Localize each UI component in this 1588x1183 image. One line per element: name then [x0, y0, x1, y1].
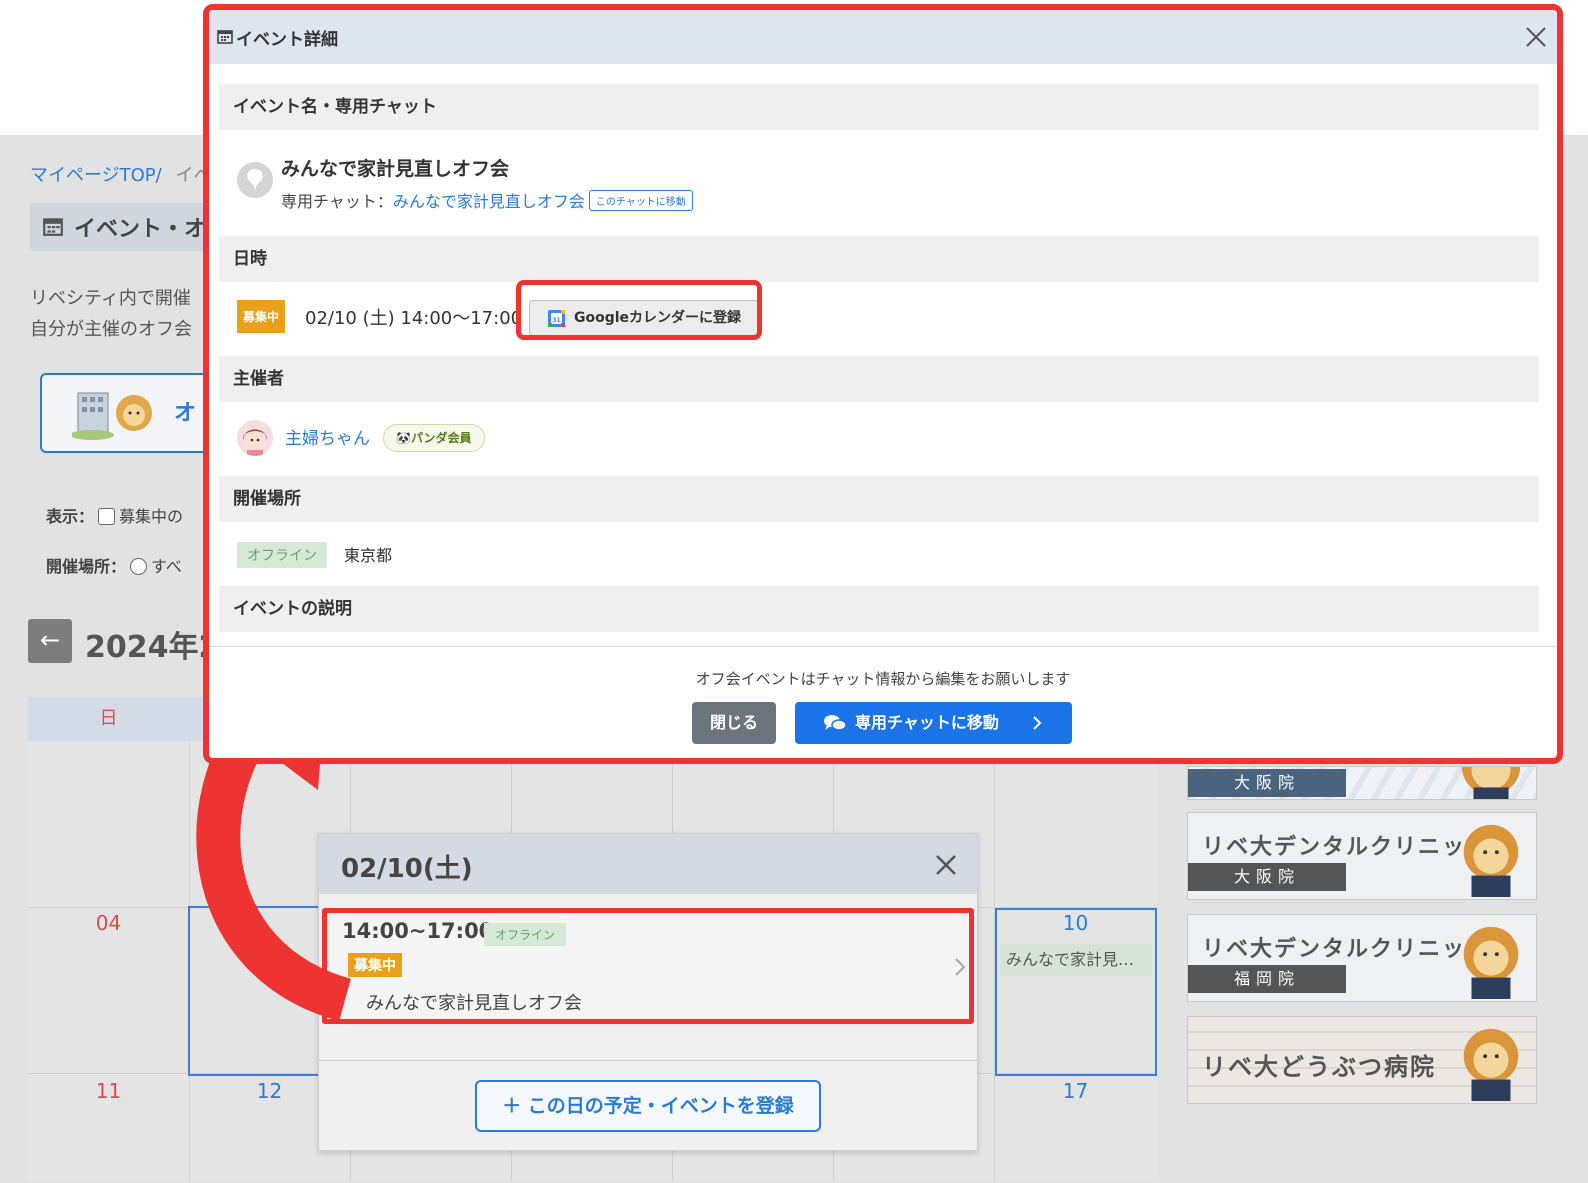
chat-logo-icon	[237, 162, 273, 198]
footer-note: オフ会イベントはチャット情報から編集をお願いします	[695, 670, 1071, 688]
avatar[interactable]	[237, 420, 273, 456]
offkai-banner-text: オ	[174, 401, 197, 426]
panda-icon: 🐼	[396, 431, 411, 445]
location-all-radio[interactable]	[130, 558, 148, 575]
day-17[interactable]: 17	[995, 1079, 1156, 1103]
close-button[interactable]: 閉じる	[692, 702, 776, 744]
offline-tag: オフライン	[237, 542, 327, 568]
modal-body: イベント名・専用チャット みんなで家計見直しオフ会 専用チャット：みんなで家計見…	[219, 84, 1539, 649]
recruiting-badge: 募集中	[348, 953, 402, 977]
event-title: みんなで家計見直しオフ会	[281, 158, 510, 180]
lion-mascot-icon	[1463, 824, 1519, 897]
calendar-icon	[217, 30, 233, 44]
building-lion-illustration	[72, 392, 152, 440]
google-calendar-icon: 31	[548, 310, 565, 327]
page-title-bar: イベント・オ	[30, 203, 220, 251]
intro-text: リベシティ内で開催 自分が主催のオフ会	[30, 288, 192, 340]
offline-tag: オフライン	[484, 923, 567, 946]
lion-mascot-icon	[1463, 926, 1519, 999]
month-title: 2024年2	[85, 630, 220, 665]
go-to-chat-button[interactable]: 専用チャットに移動	[795, 702, 1072, 744]
svg-text:31: 31	[552, 317, 560, 324]
calendar-icon	[43, 218, 63, 236]
section-header-datetime: 日時	[219, 236, 1539, 282]
chevron-right-icon	[1033, 716, 1042, 730]
panda-member-badge: 🐼パンダ会員	[383, 424, 485, 452]
move-to-chat-small-button[interactable]: このチャットに移動	[588, 190, 693, 211]
location-name: 東京都	[344, 546, 393, 565]
day-11[interactable]: 11	[28, 1079, 189, 1103]
divider	[319, 1060, 977, 1061]
chevron-right-icon	[955, 958, 966, 976]
selected-day-cell[interactable]	[188, 906, 320, 1076]
event-datetime: 02/10 (土) 14:00〜17:00	[305, 308, 523, 329]
lion-mascot-icon	[1461, 767, 1521, 799]
section-location: オフライン 東京都	[219, 522, 1539, 586]
close-icon[interactable]	[935, 854, 957, 876]
side-banner-dental-fukuoka[interactable]: リベ大デンタルクリニック 福岡院	[1187, 914, 1537, 1002]
recruiting-badge: 募集中	[237, 300, 286, 333]
breadcrumb: マイページTOP/ イベ	[30, 161, 211, 187]
lion-mascot-icon	[1463, 1028, 1519, 1101]
modal-title: イベント詳細	[236, 30, 338, 50]
prev-month-button[interactable]: ←	[28, 619, 72, 663]
add-event-button[interactable]: ＋ この日の予定・イベントを登録	[475, 1080, 821, 1132]
day-04[interactable]: 04	[28, 911, 189, 935]
section-header-organizer: 主催者	[219, 356, 1539, 402]
calendar-event-chip[interactable]: みんなで家計見…	[1000, 944, 1152, 976]
side-banner-animal-hospital[interactable]: リベ大どうぶつ病院	[1187, 1016, 1537, 1104]
section-header-location: 開催場所	[219, 476, 1539, 522]
event-chat-row: 専用チャット：みんなで家計見直しオフ会 このチャットに移動	[281, 188, 693, 212]
event-time: 14:00~17:00	[342, 919, 494, 943]
modal-header: イベント詳細	[209, 10, 1557, 64]
day-popup-header: 02/10(土)	[319, 834, 977, 894]
section-header-event: イベント名・専用チャット	[219, 84, 1539, 130]
section-event: みんなで家計見直しオフ会 専用チャット：みんなで家計見直しオフ会 このチャットに移…	[219, 130, 1539, 230]
side-banner-dental-osaka-1[interactable]: 大阪院	[1187, 766, 1537, 800]
recruiting-checkbox[interactable]	[98, 508, 116, 525]
side-banner-dental-osaka[interactable]: リベ大デンタルクリニック 大阪院	[1187, 812, 1537, 900]
location-filter: 開催場所： すべ	[46, 557, 182, 576]
organizer-name[interactable]: 主婦ちゃん	[285, 424, 370, 449]
google-calendar-button[interactable]: 31 Googleカレンダーに登録	[529, 300, 759, 336]
offkai-banner[interactable]: オ	[40, 373, 220, 453]
close-icon[interactable]	[1525, 26, 1547, 48]
section-header-description: イベントの説明	[219, 586, 1539, 632]
breadcrumb-mypage[interactable]: マイページTOP/	[30, 165, 162, 186]
event-detail-modal: イベント詳細 イベント名・専用チャット みんなで家計見直しオフ会 専用チャット：…	[203, 4, 1563, 764]
page-title: イベント・オ	[74, 217, 207, 242]
day-10[interactable]: 10	[995, 911, 1156, 935]
chat-bubbles-icon	[824, 715, 847, 731]
display-filter: 表示： 募集中の	[46, 507, 184, 526]
modal-footer-divider	[209, 646, 1557, 647]
event-name: みんなで家計見直しオフ会	[366, 993, 582, 1014]
weekday-sunday: 日	[99, 708, 118, 729]
day-popup-title: 02/10(土)	[341, 854, 473, 884]
day-event-item[interactable]: 14:00~17:00 オフライン 募集中 みんなで家計見直しオフ会	[324, 909, 974, 1021]
section-organizer: 主婦ちゃん 🐼パンダ会員	[219, 402, 1539, 474]
chat-link[interactable]: みんなで家計見直しオフ会	[393, 192, 585, 211]
section-datetime: 募集中 02/10 (土) 14:00〜17:00 31 Googleカレンダー…	[219, 282, 1539, 354]
day-popup: 02/10(土) 14:00~17:00 オフライン 募集中 みんなで家計見直し…	[318, 833, 978, 1151]
